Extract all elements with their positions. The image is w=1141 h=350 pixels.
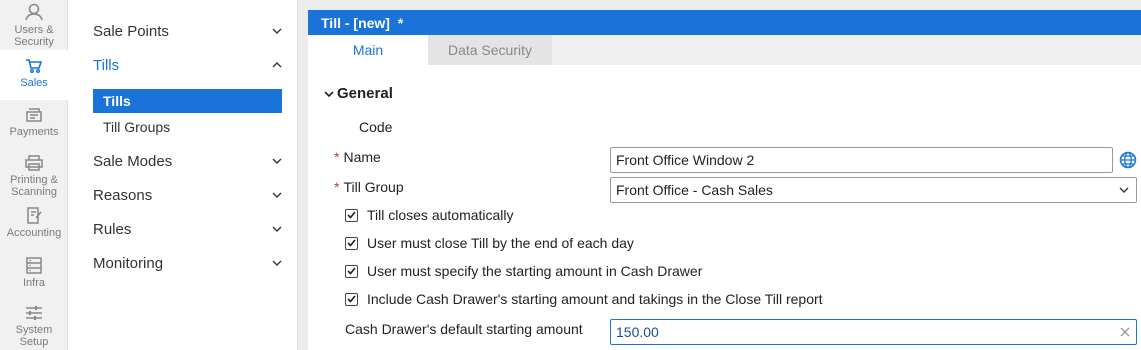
amount-value: 150.00 (616, 324, 659, 340)
checkbox-checked[interactable] (345, 208, 358, 222)
app-rail: Users & Security Sales Payments Printing… (0, 0, 68, 350)
checkbox-specify-starting-amount[interactable]: User must specify the starting amount in… (345, 263, 702, 279)
chevron-down-icon (272, 28, 282, 34)
user-icon (25, 3, 43, 21)
till-group-label-row: * Till Group (334, 179, 404, 195)
rail-label: System (15, 324, 53, 336)
checkbox-close-by-end-of-day[interactable]: User must close Till by the end of each … (345, 235, 634, 251)
checkbox-label: Include Cash Drawer's starting amount an… (367, 291, 823, 307)
nav-label: Monitoring (93, 254, 164, 272)
rail-item-payments[interactable]: Payments (0, 107, 68, 143)
rail-item-system-setup[interactable]: System Setup (0, 305, 68, 348)
globe-icon[interactable] (1119, 151, 1137, 169)
rail-item-accounting[interactable]: Accounting (0, 207, 68, 243)
checkbox-checked[interactable] (345, 292, 358, 306)
chevron-down-icon (272, 226, 282, 232)
required-marker: * (334, 149, 340, 165)
nav-group-tills[interactable]: Tills (93, 53, 283, 77)
rail-label: Sales (20, 77, 48, 89)
chevron-down-icon (324, 90, 334, 97)
tab-data-security[interactable]: Data Security (428, 35, 552, 65)
nav-item-till-groups[interactable]: Till Groups (93, 115, 282, 139)
tab-bar: Main Data Security (308, 35, 1141, 65)
rail-label: Accounting (6, 227, 62, 239)
rail-label: Scanning (11, 186, 57, 198)
checkbox-label: User must close Till by the end of each … (367, 235, 634, 251)
nav-item-tills[interactable]: Tills (93, 89, 282, 113)
checkbox-till-closes-automatically[interactable]: Till closes automatically (345, 207, 514, 223)
till-form-panel: Till - [new] * Main Data Security Genera… (308, 10, 1141, 350)
rail-label: Printing & (10, 174, 58, 186)
rail-label: Security (14, 36, 54, 48)
nav-label: Sale Points (93, 22, 169, 40)
rail-label: Payments (9, 126, 59, 138)
chevron-down-icon (1119, 187, 1129, 193)
section-title: General (337, 85, 393, 102)
nav-group-sale-points[interactable]: Sale Points (93, 19, 283, 43)
nav-label: Tills (93, 56, 120, 74)
name-value: Front Office Window 2 (616, 152, 755, 168)
rail-item-printing-scanning[interactable]: Printing & Scanning (0, 155, 68, 198)
panel-title: Till - [new] * (308, 10, 1141, 35)
name-field[interactable]: Front Office Window 2 (610, 147, 1113, 173)
accounting-icon (27, 207, 42, 224)
content-area: Till - [new] * Main Data Security Genera… (298, 0, 1141, 350)
nav-label: Till Groups (103, 119, 171, 135)
rail-label: Infra (22, 277, 45, 289)
name-label: Name (343, 149, 381, 165)
rail-item-users-security[interactable]: Users & Security (0, 3, 68, 48)
server-icon (26, 257, 42, 274)
till-group-value: Front Office - Cash Sales (616, 182, 773, 198)
name-label-row: * Name (334, 149, 381, 165)
till-group-select[interactable]: Front Office - Cash Sales (610, 177, 1137, 203)
section-general-toggle[interactable]: General (323, 85, 393, 102)
clear-icon[interactable] (1120, 327, 1130, 337)
sliders-icon (26, 306, 42, 320)
nav-group-rules[interactable]: Rules (93, 217, 283, 241)
till-group-label: Till Group (343, 179, 404, 195)
chevron-down-icon (272, 192, 282, 198)
rail-item-infra[interactable]: Infra (0, 257, 68, 293)
nav-label: Rules (93, 220, 132, 238)
starting-amount-field[interactable]: 150.00 (610, 319, 1137, 345)
nav-label: Tills (103, 93, 131, 109)
chevron-up-icon (272, 62, 282, 68)
checkbox-label: Till closes automatically (367, 207, 514, 223)
nav-group-reasons[interactable]: Reasons (93, 183, 283, 207)
required-marker: * (334, 179, 340, 195)
payments-icon (26, 108, 42, 122)
tab-main[interactable]: Main (308, 35, 428, 65)
checkbox-checked[interactable] (345, 264, 358, 278)
checkbox-label: User must specify the starting amount in… (367, 263, 703, 279)
checkbox-checked[interactable] (345, 236, 358, 250)
rail-label: Setup (19, 336, 49, 348)
nav-label: Reasons (93, 186, 153, 204)
checkbox-include-in-close-till-report[interactable]: Include Cash Drawer's starting amount an… (345, 291, 823, 307)
rail-label: Users & (14, 24, 54, 36)
nav-group-sale-modes[interactable]: Sale Modes (93, 149, 283, 173)
sales-navigation: Sale Points Tills Tills Till Groups Sale… (68, 0, 298, 350)
code-label: Code (359, 119, 393, 135)
nav-group-monitoring[interactable]: Monitoring (93, 251, 283, 275)
nav-label: Sale Modes (93, 152, 173, 170)
chevron-down-icon (272, 158, 282, 164)
printer-icon (25, 155, 43, 171)
rail-item-sales[interactable]: Sales (0, 50, 68, 100)
chevron-down-icon (272, 260, 282, 266)
cart-icon (26, 59, 43, 73)
amount-label: Cash Drawer's default starting amount (345, 321, 583, 337)
